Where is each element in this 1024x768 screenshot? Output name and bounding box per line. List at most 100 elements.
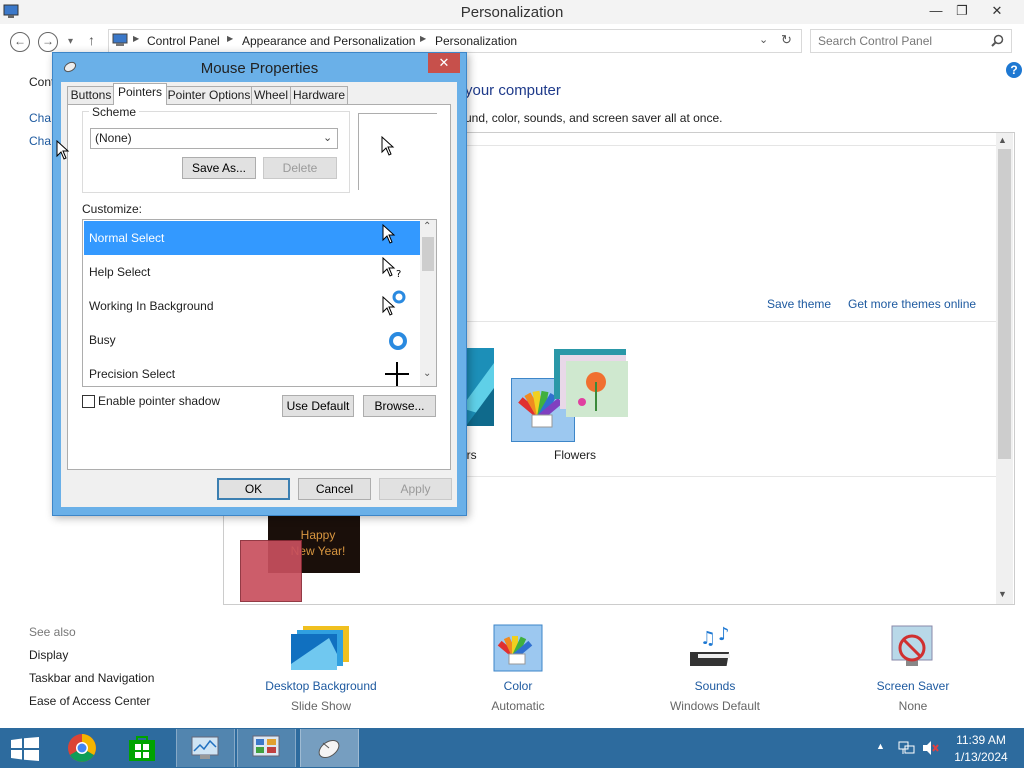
mouse-properties-dialog: Mouse Properties ✕ Buttons Pointers Poin… xyxy=(52,52,467,516)
scroll-thumb[interactable] xyxy=(422,237,434,271)
list-item[interactable]: Busy xyxy=(84,323,424,357)
desktop-background-sub: Slide Show xyxy=(290,699,352,713)
help-cursor-icon: ? xyxy=(382,257,401,279)
chrome-icon xyxy=(68,734,96,762)
restore-button[interactable]: ❐ xyxy=(951,0,973,22)
desktop-background-label[interactable]: Desktop Background xyxy=(246,679,396,693)
sounds-item[interactable]: ♫ ♪ Sounds Windows Default xyxy=(655,620,775,715)
sounds-label[interactable]: Sounds xyxy=(655,679,775,693)
breadcrumb-separator-icon: ▶ xyxy=(227,34,234,43)
tab-hardware[interactable]: Hardware xyxy=(290,86,348,104)
pointers-tab-page: Scheme (None) ⌄ Save As... Delete Custom… xyxy=(67,104,451,470)
control-panel-icon xyxy=(112,33,128,46)
busy-cursor-icon xyxy=(389,332,407,350)
delete-button[interactable]: Delete xyxy=(263,157,337,179)
apply-button[interactable]: Apply xyxy=(379,478,452,500)
breadcrumb[interactable]: ▶ Control Panel ▶ Appearance and Persona… xyxy=(108,29,802,53)
clock-time[interactable]: 11:39 AM xyxy=(946,733,1016,747)
list-item[interactable]: Normal Select xyxy=(84,221,424,255)
taskbar-chrome[interactable] xyxy=(54,729,111,767)
pointer-name: Busy xyxy=(89,333,116,347)
pointer-name: Precision Select xyxy=(89,367,176,381)
windows-start-icon[interactable] xyxy=(11,737,39,761)
pointer-list[interactable]: Normal Select Help Select ? Working In B… xyxy=(82,219,437,387)
browse-button[interactable]: Browse... xyxy=(363,395,436,417)
scroll-up-icon[interactable]: ▲ xyxy=(998,135,1007,145)
color-item[interactable]: Color Automatic xyxy=(468,620,568,715)
desktop-background-item[interactable]: Desktop Background Slide Show xyxy=(246,620,396,715)
up-button[interactable]: ↑ xyxy=(88,32,95,48)
arrow-left-icon: ← xyxy=(14,34,26,48)
taskbar-store[interactable] xyxy=(114,729,171,767)
sidebar-control-panel-home[interactable]: Cont xyxy=(29,75,54,89)
ok-button[interactable]: OK xyxy=(217,478,290,500)
screen-saver-sub: None xyxy=(898,699,928,713)
recent-pages-dropdown[interactable]: ▾ xyxy=(68,36,73,47)
list-item[interactable]: Precision Select xyxy=(84,357,424,386)
tab-pointers[interactable]: Pointers xyxy=(113,83,167,105)
search-input[interactable]: Search Control Panel xyxy=(818,34,932,48)
svg-text:♪: ♪ xyxy=(718,624,730,645)
scheme-select[interactable]: (None) ⌄ xyxy=(90,128,338,149)
breadcrumb-separator-icon: ▶ xyxy=(133,34,140,43)
use-default-button[interactable]: Use Default xyxy=(282,395,354,417)
taskbar-performance[interactable] xyxy=(176,729,235,767)
minimize-button[interactable]: — xyxy=(925,0,947,22)
save-as-button[interactable]: Save As... xyxy=(182,157,256,179)
breadcrumb-appearance[interactable]: Appearance and Personalization xyxy=(242,34,415,48)
theme-thumbnail-red[interactable] xyxy=(240,540,302,602)
see-also-ease-of-access[interactable]: Ease of Access Center xyxy=(29,694,150,708)
scroll-thumb[interactable] xyxy=(998,149,1011,459)
color-label[interactable]: Color xyxy=(468,679,568,693)
forward-button[interactable]: → xyxy=(38,32,58,52)
dialog-close-button[interactable]: ✕ xyxy=(428,53,460,73)
theme-name-flowers[interactable]: Flowers xyxy=(511,448,680,462)
tab-wheel[interactable]: Wheel xyxy=(251,86,291,104)
arrow-cursor-icon xyxy=(382,224,396,244)
network-icon[interactable] xyxy=(898,740,916,756)
help-icon[interactable]: ? xyxy=(1006,62,1022,78)
breadcrumb-personalization[interactable]: Personalization xyxy=(435,34,517,48)
tab-pointer-options[interactable]: Pointer Options xyxy=(166,86,252,104)
store-icon xyxy=(129,736,155,761)
volume-muted-icon[interactable] xyxy=(922,740,940,756)
taskbar-control-panel[interactable] xyxy=(237,729,296,767)
enable-pointer-shadow-label[interactable]: Enable pointer shadow xyxy=(98,394,220,408)
scroll-down-icon[interactable]: ⌄ xyxy=(423,368,431,379)
save-theme-link[interactable]: Save theme xyxy=(767,297,831,311)
list-item[interactable]: Working In Background xyxy=(84,289,424,323)
sounds-icon: ♫ ♪ xyxy=(690,624,730,666)
chevron-down-icon: ▾ xyxy=(68,36,74,47)
see-also-display[interactable]: Display xyxy=(29,648,68,662)
get-more-themes-link[interactable]: Get more themes online xyxy=(848,297,976,311)
cancel-button[interactable]: Cancel xyxy=(298,478,371,500)
scroll-up-icon[interactable]: ⌃ xyxy=(423,221,431,232)
list-item[interactable]: Help Select xyxy=(84,255,424,289)
arrow-cursor-icon xyxy=(381,136,395,156)
show-hidden-icons-chevron-icon[interactable]: ▲ xyxy=(876,741,885,751)
clock-date[interactable]: 1/13/2024 xyxy=(946,750,1016,764)
chevron-down-icon: ⌄ xyxy=(323,132,333,144)
address-dropdown-icon[interactable]: ⌄ xyxy=(759,33,768,46)
enable-pointer-shadow-checkbox[interactable] xyxy=(82,395,95,408)
sidebar-change-link-1[interactable]: Cha xyxy=(29,111,51,125)
taskbar: ▲ 11:39 AM 1/13/2024 xyxy=(0,728,1024,768)
back-button[interactable]: ← xyxy=(10,32,30,52)
screen-saver-item[interactable]: Screen Saver None xyxy=(858,620,968,715)
pointer-list-scrollbar[interactable]: ⌃ ⌄ xyxy=(420,220,436,386)
see-also-taskbar[interactable]: Taskbar and Navigation xyxy=(29,671,154,685)
tab-buttons[interactable]: Buttons xyxy=(67,86,115,104)
search-icon[interactable] xyxy=(991,34,1004,47)
close-window-button[interactable]: ✕ xyxy=(982,0,1012,22)
refresh-icon[interactable]: ↻ xyxy=(781,32,792,48)
themes-scrollbar[interactable]: ▲ ▼ xyxy=(996,133,1013,604)
dialog-body: Buttons Pointers Pointer Options Wheel H… xyxy=(61,82,457,507)
scroll-down-icon[interactable]: ▼ xyxy=(998,589,1007,599)
window-title: Personalization xyxy=(460,4,564,21)
screen-saver-label[interactable]: Screen Saver xyxy=(858,679,968,693)
sidebar-change-link-2[interactable]: Cha xyxy=(29,134,51,148)
breadcrumb-control-panel[interactable]: Control Panel xyxy=(147,34,220,48)
search-box[interactable]: Search Control Panel xyxy=(810,29,1012,53)
window-title-bar: Personalization — ❐ ✕ xyxy=(0,0,1024,24)
taskbar-mouse-properties[interactable] xyxy=(300,729,359,767)
